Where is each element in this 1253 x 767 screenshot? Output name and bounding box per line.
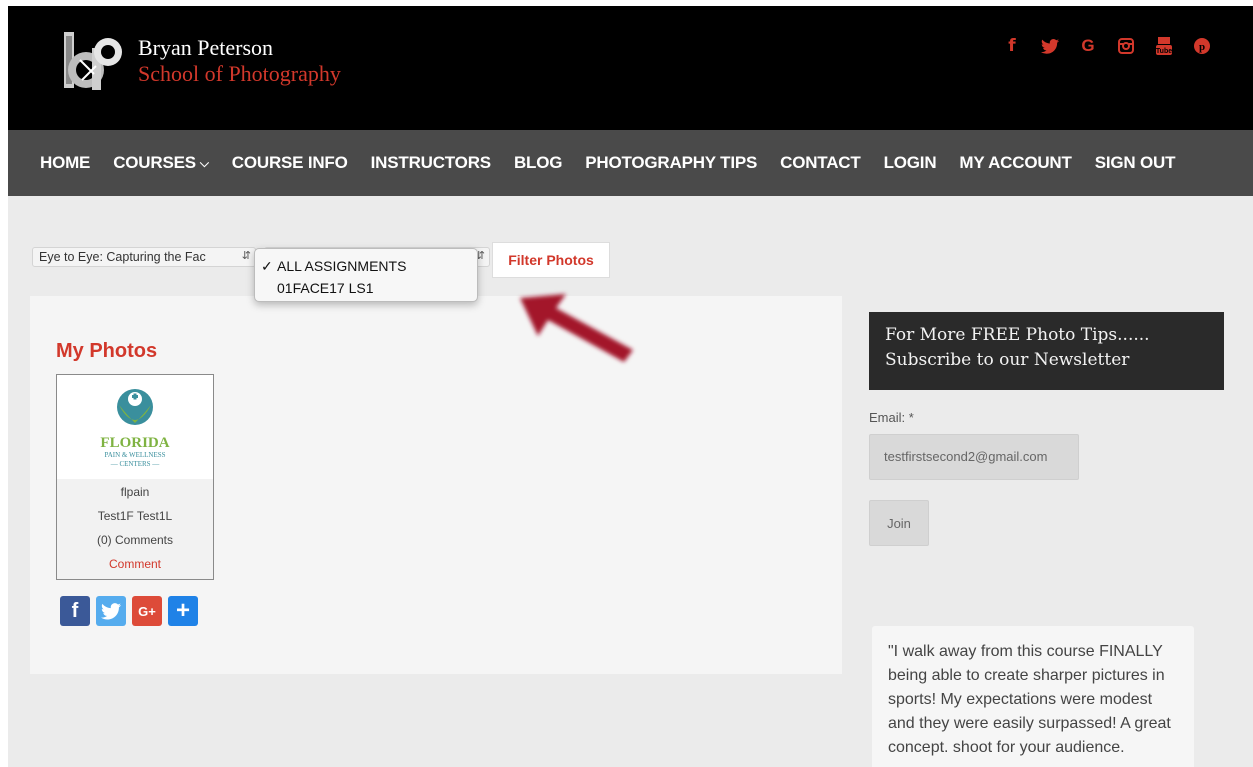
- nav-instructors[interactable]: INSTRUCTORS: [371, 153, 491, 173]
- nav-course-info[interactable]: COURSE INFO: [232, 153, 348, 173]
- logo-line2: School of Photography: [138, 61, 341, 86]
- testimonial-quote: "I walk away from this course FINALLY be…: [872, 626, 1194, 767]
- site-header: Bryan Peterson School of Photography f G…: [8, 6, 1253, 130]
- photo-card[interactable]: FLORIDA PAIN & WELLNESS — CENTERS — flpa…: [56, 374, 214, 580]
- course-select[interactable]: Eye to Eye: Capturing the Fac ⇵: [32, 247, 256, 267]
- select-arrows-icon: ⇵: [241, 250, 251, 262]
- newsletter-heading: For More FREE Photo Tips...... Subscribe…: [869, 312, 1224, 390]
- svg-text:p: p: [1199, 41, 1205, 53]
- comment-link[interactable]: Comment: [57, 557, 213, 571]
- filter-photos-button[interactable]: Filter Photos: [492, 242, 610, 278]
- photo-author: Test1F Test1L: [97, 509, 173, 523]
- photo-logo-line3: — CENTERS —: [110, 460, 161, 468]
- google-icon[interactable]: G: [1069, 34, 1107, 58]
- instagram-icon[interactable]: [1107, 34, 1145, 58]
- my-photos-panel: My Photos FLORIDA PAIN & WELLNESS — CENT…: [30, 296, 842, 674]
- logo-icon: [60, 30, 122, 92]
- photo-name: flpain: [120, 485, 150, 499]
- nav-login[interactable]: LOGIN: [884, 153, 937, 173]
- florida-pain-logo-icon: FLORIDA PAIN & WELLNESS — CENTERS —: [100, 389, 170, 468]
- join-button[interactable]: Join: [869, 500, 929, 546]
- nav-courses[interactable]: COURSES ⌵: [113, 153, 209, 173]
- newsletter-line2: Subscribe to our Newsletter: [885, 350, 1130, 370]
- page: Bryan Peterson School of Photography f G…: [8, 6, 1253, 767]
- assignment-dropdown-menu: ✓ ALL ASSIGNMENTS 01FACE17 LS1: [254, 248, 478, 302]
- email-field[interactable]: testfirstsecond2@gmail.com: [869, 434, 1079, 480]
- assignment-option-01face17[interactable]: 01FACE17 LS1: [255, 277, 477, 299]
- main-nav: HOME COURSES ⌵ COURSE INFO INSTRUCTORS BL…: [8, 130, 1253, 196]
- nav-photography-tips[interactable]: PHOTOGRAPHY TIPS: [585, 153, 757, 173]
- assignment-option-label: 01FACE17 LS1: [277, 280, 374, 296]
- photo-comment-count: (0) Comments: [96, 533, 173, 547]
- nav-courses-label: COURSES: [113, 153, 196, 172]
- nav-home[interactable]: HOME: [40, 153, 90, 173]
- annotation-arrow-icon: [520, 294, 633, 362]
- social-links: f G Tube p: [993, 34, 1221, 58]
- nav-contact[interactable]: CONTACT: [780, 153, 861, 173]
- nav-blog[interactable]: BLOG: [514, 153, 563, 173]
- facebook-icon[interactable]: f: [993, 34, 1031, 58]
- pinterest-icon[interactable]: p: [1183, 34, 1221, 58]
- addthis-share-icon[interactable]: +: [168, 596, 198, 626]
- photo-thumbnail[interactable]: FLORIDA PAIN & WELLNESS — CENTERS —: [57, 375, 213, 479]
- googleplus-share-icon[interactable]: G+: [132, 596, 162, 626]
- page-title: My Photos: [56, 340, 158, 362]
- twitter-icon[interactable]: [1031, 34, 1069, 58]
- facebook-share-icon[interactable]: f: [60, 596, 90, 626]
- sidebar: For More FREE Photo Tips...... Subscribe…: [869, 312, 1224, 546]
- newsletter-line1: For More FREE Photo Tips......: [885, 325, 1150, 345]
- twitter-share-icon[interactable]: [96, 596, 126, 626]
- logo-line1: Bryan Peterson: [138, 35, 274, 60]
- checkmark-icon: ✓: [261, 258, 273, 274]
- svg-text:Tube: Tube: [1156, 48, 1172, 55]
- photo-logo-line1: FLORIDA: [100, 435, 169, 451]
- share-buttons: f G+ +: [60, 596, 198, 626]
- nav-my-account[interactable]: MY ACCOUNT: [959, 153, 1071, 173]
- course-select-value: Eye to Eye: Capturing the Fac: [39, 250, 206, 264]
- logo-text: Bryan Peterson School of Photography: [138, 35, 341, 87]
- assignment-option-label: ALL ASSIGNMENTS: [277, 258, 407, 274]
- site-logo[interactable]: Bryan Peterson School of Photography: [60, 28, 380, 94]
- nav-sign-out[interactable]: SIGN OUT: [1095, 153, 1176, 173]
- youtube-icon[interactable]: Tube: [1145, 34, 1183, 58]
- assignment-option-all[interactable]: ✓ ALL ASSIGNMENTS: [255, 255, 477, 277]
- chevron-down-icon: ⌵: [199, 156, 209, 170]
- photo-logo-line2: PAIN & WELLNESS: [104, 451, 165, 459]
- email-label: Email: *: [869, 410, 914, 425]
